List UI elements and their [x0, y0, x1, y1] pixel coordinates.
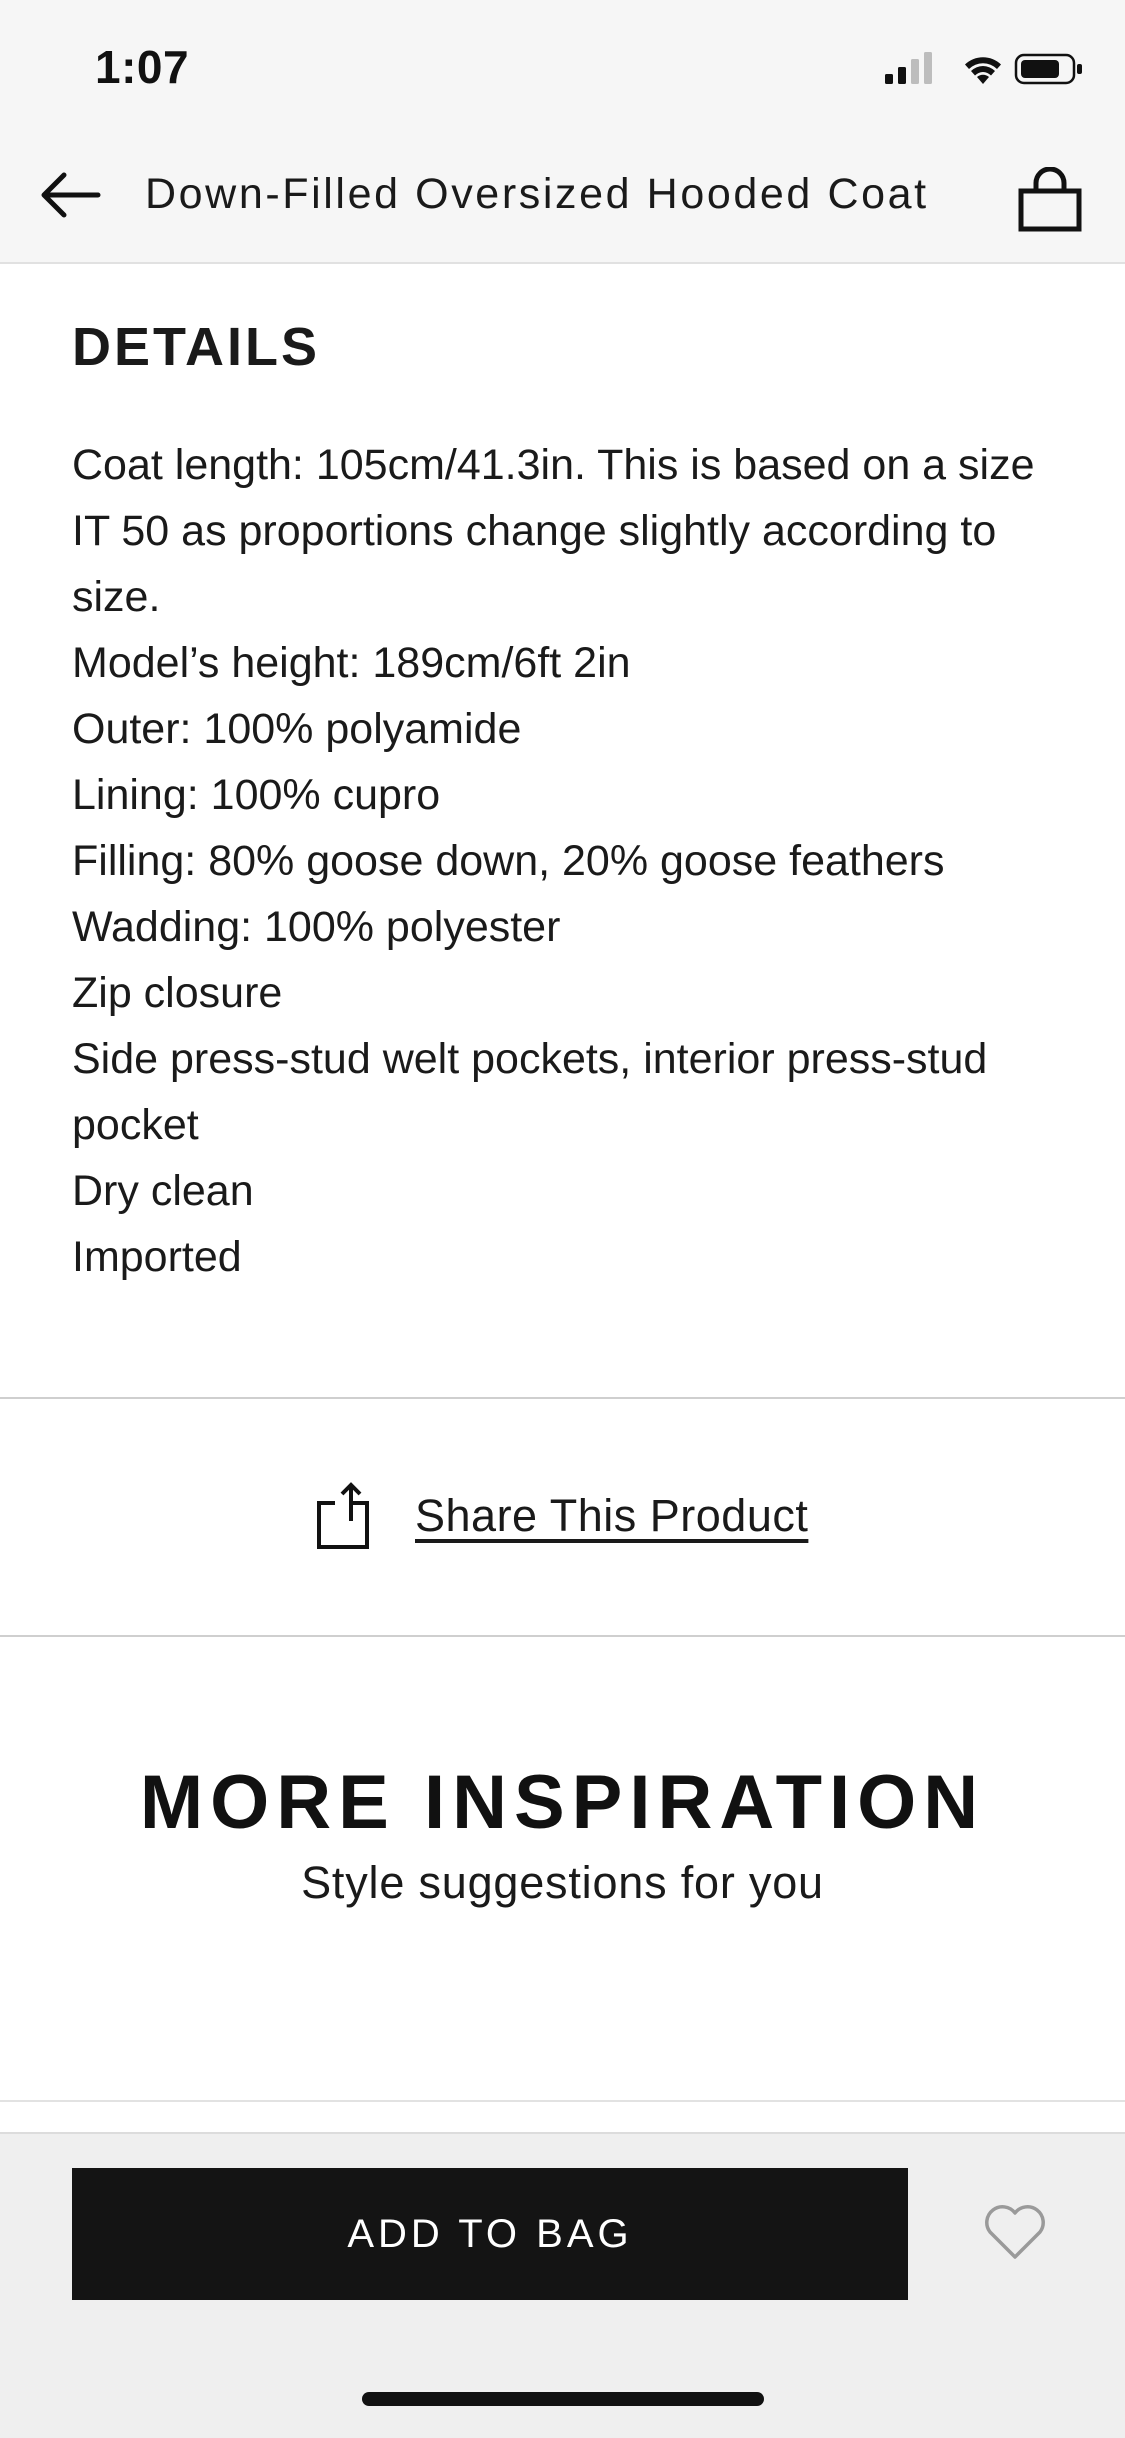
details-item: Zip closure	[72, 969, 283, 1017]
home-indicator[interactable]	[362, 2392, 764, 2406]
details-item: Side press-stud welt pockets, interior p…	[72, 1035, 988, 1149]
details-list: Coat length: 105cm/41.3in. This is based…	[72, 432, 1082, 1290]
shopping-bag-icon	[1018, 166, 1082, 238]
add-to-bag-button[interactable]: ADD TO BAG	[72, 2168, 908, 2300]
details-item: Wadding: 100% polyester	[72, 903, 561, 951]
share-product-link[interactable]: Share This Product	[315, 1481, 808, 1551]
inspiration-subtitle: Style suggestions for you	[301, 1857, 824, 1908]
details-item: Imported	[72, 1233, 242, 1281]
share-icon	[315, 1481, 375, 1551]
status-bar: 1:07	[0, 0, 1125, 132]
signal-icon	[885, 52, 932, 84]
details-item: Outer: 100% polyamide	[72, 705, 522, 753]
details-section: DETAILS Coat length: 105cm/41.3in. This …	[0, 264, 1125, 1397]
details-item: Coat length: 105cm/41.3in. This is based…	[72, 441, 1035, 621]
details-item: Lining: 100% cupro	[72, 771, 441, 819]
divider	[0, 2100, 1125, 2102]
arrow-left-icon	[38, 171, 102, 224]
share-label: Share This Product	[415, 1490, 809, 1541]
wishlist-button[interactable]	[975, 2194, 1055, 2274]
nav-header: Down-Filled Oversized Hooded Coat	[0, 132, 1125, 264]
details-heading: DETAILS	[72, 317, 320, 377]
details-item: Model’s height: 189cm/6ft 2in	[72, 639, 631, 687]
bag-button[interactable]	[1010, 162, 1090, 242]
more-inspiration-section: MORE INSPIRATION Style suggestions for y…	[0, 1637, 1125, 2099]
battery-icon	[1014, 53, 1082, 85]
details-item: Dry clean	[72, 1167, 254, 1215]
back-button[interactable]	[30, 162, 110, 232]
heart-icon	[982, 2203, 1048, 2266]
share-row: Share This Product	[0, 1399, 1125, 1635]
wifi-icon	[965, 57, 1001, 84]
page-title: Down-Filled Oversized Hooded Coat	[145, 170, 929, 218]
details-item: Filling: 80% goose down, 20% goose feath…	[72, 837, 945, 885]
inspiration-title: MORE INSPIRATION	[139, 1760, 986, 1845]
status-time: 1:07	[95, 41, 190, 93]
status-icons	[885, 50, 1085, 90]
